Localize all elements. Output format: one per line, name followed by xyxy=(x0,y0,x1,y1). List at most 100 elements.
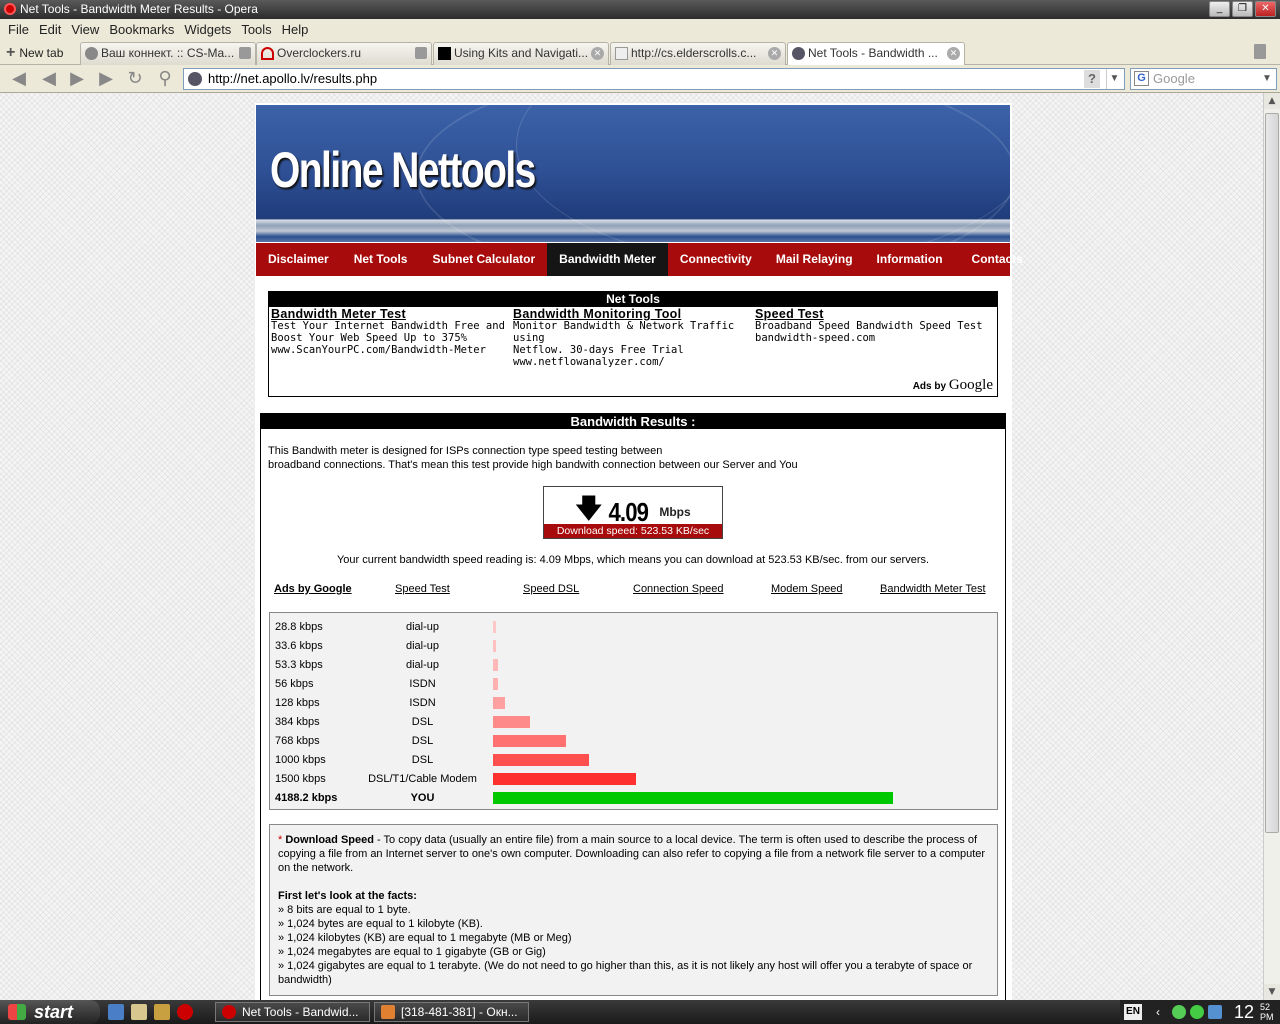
ad-url[interactable]: www.netflowanalyzer.com/ xyxy=(513,356,751,368)
fast-forward-icon[interactable]: ▶ xyxy=(66,69,88,89)
nav-net-tools[interactable]: Net Tools xyxy=(341,243,421,276)
close-tab-icon[interactable]: ✕ xyxy=(768,47,781,60)
language-indicator[interactable]: EN xyxy=(1124,1004,1142,1020)
tab-overclockers[interactable]: Overclockers.ru xyxy=(256,42,432,65)
menu-widgets[interactable]: Widgets xyxy=(182,19,239,40)
chevron-down-icon[interactable]: ▼ xyxy=(1106,69,1122,89)
tray-icon[interactable] xyxy=(1172,1005,1186,1019)
speed-bar xyxy=(493,678,498,690)
wand-icon[interactable]: ⚲ xyxy=(154,69,176,89)
speed-meter: 🡇 4.09 Mbps Download speed: 523.53 KB/se… xyxy=(543,486,723,539)
ad-link-speed-dsl[interactable]: Speed DSL xyxy=(523,583,579,595)
ad-link-modem-speed[interactable]: Modem Speed xyxy=(771,583,843,595)
intro-line: broadband connections. That's mean this … xyxy=(268,459,798,471)
banner-decoration xyxy=(516,105,1010,242)
site-banner: Online Nettools xyxy=(256,105,1010,242)
speed-label: 53.3 kbps xyxy=(275,659,323,671)
restore-button[interactable]: ❐ xyxy=(1232,1,1253,17)
desktop-icon[interactable] xyxy=(108,1004,124,1020)
ad-item[interactable]: Speed Test Broadband Speed Bandwidth Spe… xyxy=(755,308,993,344)
window-icon xyxy=(381,1005,395,1019)
tab-favicon-icon xyxy=(438,47,451,60)
chart-row: 28.8 kbps dial-up xyxy=(270,618,997,637)
new-tab-button[interactable]: + New tab xyxy=(6,43,63,63)
address-toolbar: ◀ ◀ ▶ ▶ ↻ ⚲ http://net.apollo.lv/results… xyxy=(0,65,1280,93)
address-text: http://net.apollo.lv/results.php xyxy=(208,71,378,86)
scroll-thumb[interactable] xyxy=(1265,113,1279,833)
start-label: start xyxy=(34,1002,74,1022)
task-opera[interactable]: Net Tools - Bandwid... xyxy=(215,1002,370,1022)
menu-edit[interactable]: Edit xyxy=(37,19,69,40)
scroll-down-icon[interactable]: ▼ xyxy=(1264,984,1280,1000)
chevron-down-icon[interactable]: ▼ xyxy=(1262,69,1274,89)
connection-type-label: dial-up xyxy=(405,621,440,633)
notes-box: * Download Speed - To copy data (usually… xyxy=(269,824,998,996)
app-icon[interactable] xyxy=(154,1004,170,1020)
tab-net-tools[interactable]: Net Tools - Bandwidth ... ✕ xyxy=(787,42,965,66)
menu-file[interactable]: File xyxy=(6,19,37,40)
task-window[interactable]: [318-481-381] - Окн... xyxy=(374,1002,529,1022)
menu-tools[interactable]: Tools xyxy=(239,19,279,40)
network-icon[interactable] xyxy=(1208,1005,1222,1019)
ad-link-speed-test[interactable]: Speed Test xyxy=(395,583,450,595)
ad-title[interactable]: Bandwidth Meter Test xyxy=(271,308,509,321)
search-placeholder: Google xyxy=(1153,71,1195,86)
start-button[interactable]: start xyxy=(0,1000,100,1024)
ad-item[interactable]: Bandwidth Meter Test Test Your Internet … xyxy=(271,308,509,356)
explorer-icon[interactable] xyxy=(131,1004,147,1020)
connection-type-label: ISDN xyxy=(409,678,436,690)
connection-type-label: DSL xyxy=(411,735,434,747)
tab-cs-maniacs[interactable]: Ваш коннект. :: CS-Ma... xyxy=(80,42,256,65)
ads-by-google[interactable]: Ads by Google xyxy=(913,377,993,394)
help-icon[interactable]: ? xyxy=(1084,70,1100,88)
address-field[interactable]: http://net.apollo.lv/results.php ? ▼ xyxy=(183,68,1125,90)
speed-bar xyxy=(493,716,530,728)
menu-help[interactable]: Help xyxy=(280,19,317,40)
rewind-icon[interactable]: ◀ xyxy=(38,69,60,89)
fact-item: » 1,024 gigabytes are equal to 1 terabyt… xyxy=(278,960,973,986)
ad-url[interactable]: www.ScanYourPC.com/Bandwidth-Meter xyxy=(271,344,509,356)
icq-icon[interactable] xyxy=(1190,1005,1204,1019)
tab-using-kits[interactable]: Using Kits and Navigati... ✕ xyxy=(433,42,609,65)
nav-disclaimer[interactable]: Disclaimer xyxy=(256,243,341,276)
clock: 12 xyxy=(1234,1002,1255,1022)
ads-by-google-link[interactable]: Ads by Google xyxy=(274,583,352,595)
back-icon[interactable]: ◀ xyxy=(8,69,30,89)
minimize-button[interactable]: _ xyxy=(1209,1,1230,17)
speed-bar xyxy=(493,754,589,766)
chevron-left-icon[interactable]: ‹ xyxy=(1156,1005,1170,1019)
speed-bar xyxy=(493,773,636,785)
nav-information[interactable]: Information xyxy=(865,243,955,276)
chart-row: 384 kbps DSL xyxy=(270,713,997,732)
ad-item[interactable]: Bandwidth Monitoring Tool Monitor Bandwi… xyxy=(513,308,751,368)
ad-title[interactable]: Bandwidth Monitoring Tool xyxy=(513,308,751,321)
opera-icon[interactable] xyxy=(177,1004,193,1020)
nav-connectivity[interactable]: Connectivity xyxy=(668,243,764,276)
close-button[interactable]: ✕ xyxy=(1255,1,1276,17)
search-input[interactable]: G Google ▼ xyxy=(1130,68,1277,90)
vertical-scrollbar[interactable]: ▲ ▼ xyxy=(1263,93,1280,1000)
menu-view[interactable]: View xyxy=(69,19,107,40)
ad-title[interactable]: Speed Test xyxy=(755,308,993,321)
nav-bandwidth-meter[interactable]: Bandwidth Meter xyxy=(547,243,668,276)
close-tab-icon[interactable]: ✕ xyxy=(591,47,604,60)
ad-link-connection-speed[interactable]: Connection Speed xyxy=(633,583,724,595)
chart-row: 768 kbps DSL xyxy=(270,732,997,751)
close-tab-icon[interactable]: ✕ xyxy=(947,47,960,60)
nav-subnet-calculator[interactable]: Subnet Calculator xyxy=(420,243,547,276)
chart-row: 1500 kbps DSL/T1/Cable Modem xyxy=(270,770,997,789)
speed-bar xyxy=(493,659,498,671)
tab-elderscrolls[interactable]: http://cs.elderscrolls.c... ✕ xyxy=(610,42,786,65)
scroll-up-icon[interactable]: ▲ xyxy=(1264,93,1280,109)
speed-label: 56 kbps xyxy=(275,678,314,690)
nav-contacts[interactable]: Contacts xyxy=(955,243,1040,276)
ad-text: Boost Your Web Speed Up to 375% xyxy=(271,332,467,344)
nav-mail-relaying[interactable]: Mail Relaying xyxy=(764,243,865,276)
reload-icon[interactable]: ↻ xyxy=(124,69,146,89)
ad-link-bandwidth-meter-test[interactable]: Bandwidth Meter Test xyxy=(880,583,986,595)
site-logo[interactable]: Online Nettools xyxy=(270,141,536,199)
menu-bookmarks[interactable]: Bookmarks xyxy=(107,19,182,40)
forward-icon[interactable]: ▶ xyxy=(95,69,117,89)
trash-icon[interactable] xyxy=(1254,44,1266,59)
ad-box-header: Net Tools xyxy=(269,292,997,307)
